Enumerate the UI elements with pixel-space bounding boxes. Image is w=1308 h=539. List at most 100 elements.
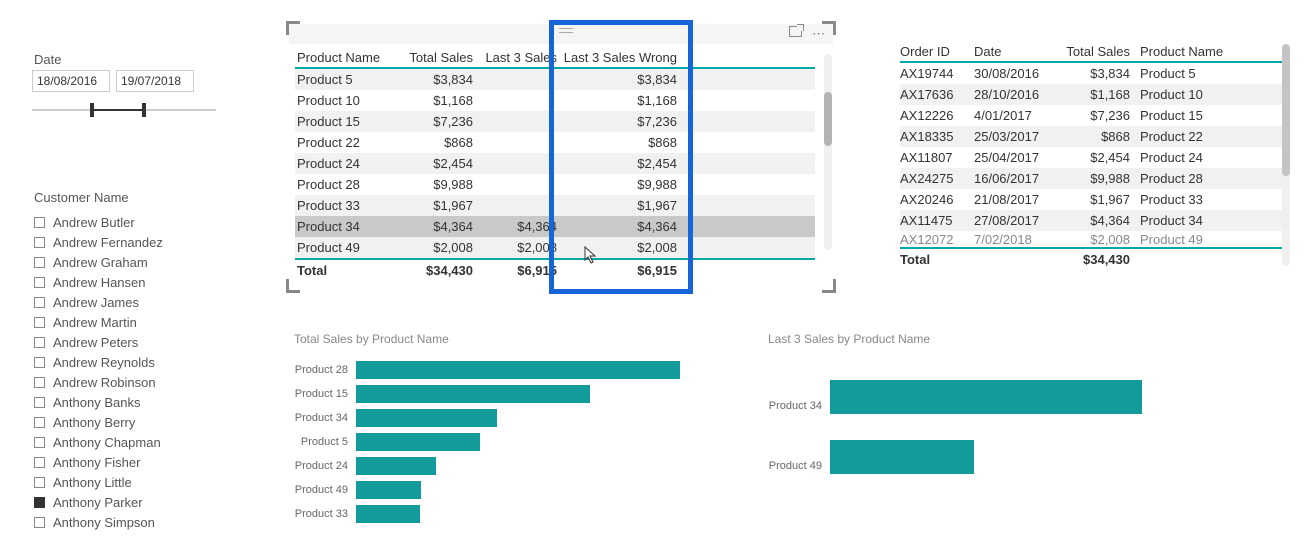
customer-slicer-item[interactable]: Andrew Robinson — [34, 372, 224, 392]
checkbox-icon[interactable] — [34, 457, 45, 468]
table-row[interactable]: Product 24$2,454$2,454 — [295, 153, 815, 174]
focus-mode-icon[interactable] — [789, 26, 802, 37]
col-header-order-id[interactable]: Order ID — [900, 44, 974, 59]
checkbox-icon[interactable] — [34, 517, 45, 528]
product-summary-table-visual[interactable]: ⋯ Product Name Total Sales Last 3 Sales … — [289, 24, 833, 290]
customer-slicer-item[interactable]: Anthony Fisher — [34, 452, 224, 472]
col-header-product-name[interactable]: Product Name — [1130, 44, 1240, 59]
checkbox-icon[interactable] — [34, 357, 45, 368]
table-row[interactable]: Product 5$3,834$3,834 — [295, 69, 815, 90]
table-row[interactable]: AX1180725/04/2017$2,454Product 24 — [900, 147, 1290, 168]
bar-row[interactable]: Product 49 — [768, 436, 1188, 496]
order-details-table[interactable]: Order ID Date Total Sales Product Name A… — [900, 44, 1290, 267]
total-value-total-sales: $34,430 — [395, 263, 473, 278]
table2-scrollbar[interactable] — [1282, 44, 1290, 266]
checkbox-icon[interactable] — [34, 397, 45, 408]
last-3-sales-bar-chart[interactable]: Product 34Product 49 — [768, 376, 1188, 496]
checkbox-icon[interactable] — [34, 337, 45, 348]
date-range-slider[interactable] — [32, 100, 216, 120]
slider-handle-end[interactable] — [142, 103, 146, 117]
customer-slicer-item[interactable]: Andrew Fernandez — [34, 232, 224, 252]
date-to-input[interactable] — [116, 70, 194, 92]
col-header-total-sales[interactable]: Total Sales — [395, 50, 473, 65]
checkbox-icon[interactable] — [34, 217, 45, 228]
table-row[interactable]: Product 10$1,168$1,168 — [295, 90, 815, 111]
table-row[interactable]: AX122264/01/2017$7,236Product 15 — [900, 105, 1290, 126]
product-summary-table[interactable]: Product Name Total Sales Last 3 Sales La… — [295, 50, 815, 278]
customer-slicer-item[interactable]: Andrew Martin — [34, 312, 224, 332]
drag-handle-icon[interactable] — [559, 28, 573, 36]
col-header-date[interactable]: Date — [974, 44, 1060, 59]
bar-row[interactable]: Product 34 — [280, 406, 680, 430]
bar-row[interactable]: Product 49 — [280, 478, 680, 502]
bar-row[interactable]: Product 28 — [280, 358, 680, 382]
col-header-total-sales[interactable]: Total Sales — [1060, 44, 1130, 59]
visual-header[interactable]: ⋯ — [289, 24, 833, 44]
customer-slicer-item[interactable]: Andrew James — [34, 292, 224, 312]
table-row[interactable]: Product 49$2,008$2,008$2,008 — [295, 237, 815, 258]
checkbox-icon[interactable] — [34, 257, 45, 268]
customer-slicer-item[interactable]: Anthony Banks — [34, 392, 224, 412]
col-header-product-name[interactable]: Product Name — [295, 50, 395, 65]
table-row[interactable]: Product 34$4,364$4,364$4,364 — [295, 216, 815, 237]
checkbox-icon[interactable] — [34, 497, 45, 508]
table-row[interactable]: AX1147527/08/2017$4,364Product 34 — [900, 210, 1290, 231]
date-from-input[interactable] — [32, 70, 110, 92]
slider-handle-start[interactable] — [90, 103, 94, 117]
cell-date: 28/10/2016 — [974, 87, 1060, 102]
cell-last3-wrong: $2,008 — [557, 240, 683, 255]
table-row[interactable]: AX120727/02/2018$2,008Product 49 — [900, 231, 1290, 247]
customer-slicer-item[interactable]: Andrew Reynolds — [34, 352, 224, 372]
checkbox-icon[interactable] — [34, 317, 45, 328]
cell-product: Product 24 — [1130, 150, 1240, 165]
checkbox-icon[interactable] — [34, 277, 45, 288]
col-header-last-3-sales-wrong[interactable]: Last 3 Sales Wrong — [557, 50, 683, 65]
more-options-icon[interactable]: ⋯ — [812, 26, 825, 42]
checkbox-icon[interactable] — [34, 297, 45, 308]
bar-row[interactable]: Product 15 — [280, 382, 680, 406]
customer-slicer-item[interactable]: Anthony Little — [34, 472, 224, 492]
table-row[interactable]: Product 15$7,236$7,236 — [295, 111, 815, 132]
customer-slicer-item[interactable]: Andrew Butler — [34, 212, 224, 232]
table-row[interactable]: AX2024621/08/2017$1,967Product 33 — [900, 189, 1290, 210]
customer-slicer-item[interactable]: Andrew Hansen — [34, 272, 224, 292]
checkbox-icon[interactable] — [34, 477, 45, 488]
cell-order-id: AX11475 — [900, 213, 974, 228]
checkbox-icon[interactable] — [34, 377, 45, 388]
customer-slicer-item[interactable]: Anthony Parker — [34, 492, 224, 512]
scrollbar-thumb[interactable] — [824, 92, 832, 146]
table-row[interactable]: Product 22$868$868 — [295, 132, 815, 153]
bar-fill — [356, 385, 590, 403]
customer-slicer-item[interactable]: Anthony Chapman — [34, 432, 224, 452]
bar-category-label: Product 49 — [280, 484, 356, 496]
total-sales-bar-chart[interactable]: Product 28Product 15Product 34Product 5P… — [280, 358, 680, 526]
customer-slicer-item[interactable]: Anthony Berry — [34, 412, 224, 432]
table-row[interactable]: AX1833525/03/2017$868Product 22 — [900, 126, 1290, 147]
bar-row[interactable]: Product 24 — [280, 454, 680, 478]
table-row[interactable]: Product 33$1,967$1,967 — [295, 195, 815, 216]
table-row[interactable]: AX2427516/06/2017$9,988Product 28 — [900, 168, 1290, 189]
scrollbar-thumb[interactable] — [1282, 44, 1290, 176]
customer-slicer-item[interactable]: Andrew Graham — [34, 252, 224, 272]
bar-row[interactable]: Product 5 — [280, 430, 680, 454]
bar-row[interactable]: Product 33 — [280, 502, 680, 526]
resize-handle-br[interactable] — [822, 279, 836, 293]
checkbox-icon[interactable] — [34, 417, 45, 428]
cell-last3: $4,364 — [473, 219, 557, 234]
resize-handle-bl[interactable] — [286, 279, 300, 293]
table-row[interactable]: Product 28$9,988$9,988 — [295, 174, 815, 195]
col-header-last-3-sales[interactable]: Last 3 Sales — [473, 50, 557, 65]
cell-product: Product 49 — [1130, 232, 1240, 247]
customer-slicer-item[interactable]: Andrew Peters — [34, 332, 224, 352]
checkbox-icon[interactable] — [34, 437, 45, 448]
table-row[interactable]: AX1974430/08/2016$3,834Product 5 — [900, 63, 1290, 84]
table1-scrollbar[interactable] — [824, 54, 832, 250]
cell-total: $9,988 — [395, 177, 473, 192]
checkbox-icon[interactable] — [34, 237, 45, 248]
customer-slicer-item[interactable]: Anthony Simpson — [34, 512, 224, 532]
cell-total: $1,168 — [1060, 87, 1130, 102]
table-row[interactable]: AX1763628/10/2016$1,168Product 10 — [900, 84, 1290, 105]
bar-category-label: Product 15 — [280, 388, 356, 400]
bar-row[interactable]: Product 34 — [768, 376, 1188, 436]
customer-slicer-list[interactable]: Andrew ButlerAndrew FernandezAndrew Grah… — [34, 212, 224, 532]
